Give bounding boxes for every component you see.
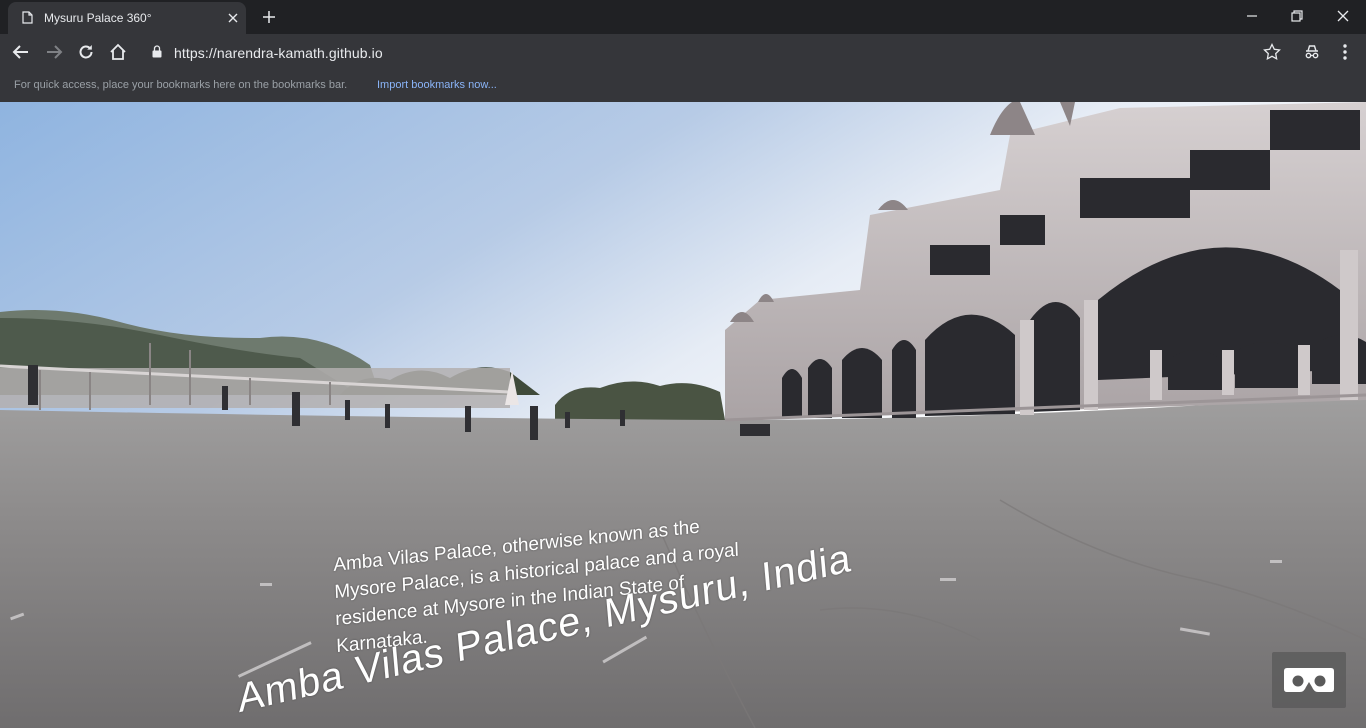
url-text: https://narendra-kamath.github.io	[174, 45, 383, 61]
bookmarks-bar: For quick access, place your bookmarks h…	[0, 70, 1366, 102]
address-bar[interactable]: https://narendra-kamath.github.io	[142, 37, 1292, 67]
tab-title: Mysuru Palace 360°	[44, 11, 152, 25]
close-window-icon[interactable]	[1333, 6, 1353, 26]
kebab-menu-icon[interactable]	[1335, 42, 1355, 62]
minimize-icon[interactable]	[1242, 6, 1262, 26]
home-icon[interactable]	[108, 42, 128, 62]
vr-mode-button[interactable]	[1272, 652, 1346, 708]
document-icon	[22, 11, 33, 24]
panorama-viewport[interactable]: Amba Vilas Palace, otherwise known as th…	[0, 102, 1366, 728]
tab-mysuru-palace[interactable]: Mysuru Palace 360°	[8, 2, 246, 34]
new-tab-plus-icon[interactable]	[261, 9, 277, 25]
tab-strip: Mysuru Palace 360°	[0, 0, 1366, 34]
vr-headset-icon	[1284, 668, 1334, 692]
incognito-extension-icon[interactable]	[1302, 42, 1322, 62]
lock-icon	[152, 45, 162, 58]
forward-arrow-icon[interactable]	[44, 42, 64, 62]
browser-toolbar: https://narendra-kamath.github.io	[0, 34, 1366, 70]
reload-icon[interactable]	[76, 42, 96, 62]
palace-panorama-image	[0, 102, 1366, 728]
import-bookmarks-link[interactable]: Import bookmarks now...	[377, 79, 497, 91]
close-tab-icon[interactable]	[226, 11, 240, 25]
star-icon[interactable]	[1262, 42, 1282, 62]
bookmarks-hint: For quick access, place your bookmarks h…	[14, 79, 348, 91]
back-arrow-icon[interactable]	[11, 42, 31, 62]
restore-icon[interactable]	[1287, 6, 1307, 26]
